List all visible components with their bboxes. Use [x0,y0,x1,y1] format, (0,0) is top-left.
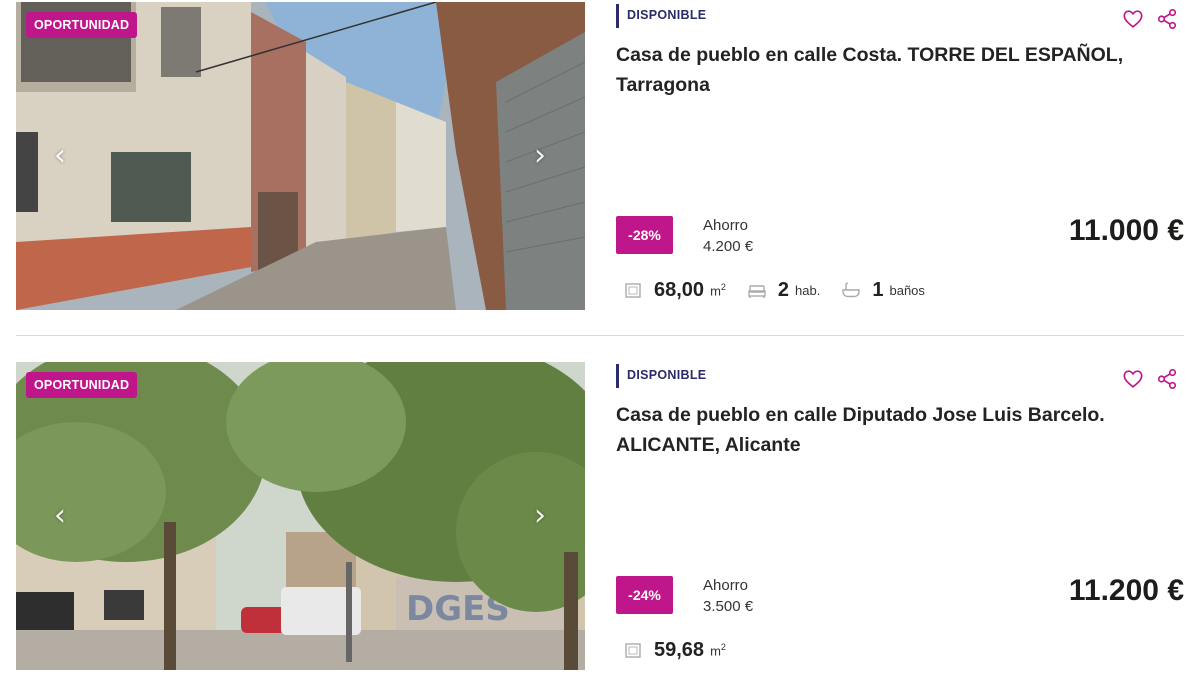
listing-actions [1122,8,1178,30]
listing-divider [16,335,1184,336]
baths-unit: baños [889,282,925,298]
listing-price: 11.200 € [1068,574,1184,607]
feature-area: 59,68 m2 [624,639,726,662]
discount-badge: -28% [616,216,673,254]
saving-value: 4.200 € [703,238,754,255]
saving-value: 3.500 € [703,598,754,615]
area-value: 59,68 [654,638,705,661]
bathtub-icon [842,281,861,299]
saving-label: Ahorro [703,577,749,594]
listing-info: DISPONIBLE Casa de pueblo en calle Diput… [616,362,1184,670]
chevron-left-icon[interactable]: ‹ [46,500,74,532]
listing-photo[interactable]: OPORTUNIDAD ‹ › [16,2,585,310]
listing-card[interactable]: OPORTUNIDAD ‹ › DISPONIBLE Casa de puebl… [16,2,1184,312]
discount-badge: -24% [616,576,673,614]
rooms-value: 2 [777,278,790,301]
heart-icon[interactable] [1122,368,1144,390]
share-icon[interactable] [1156,8,1178,30]
listing-features: 68,00 m2 2 hab. 1 baños [624,278,947,302]
listing-photo[interactable]: DGES OPORTUNIDAD ‹ › [16,362,585,670]
opportunity-badge: OPORTUNIDAD [26,372,138,398]
street-photo-illustration: DGES [16,362,585,670]
opportunity-badge: OPORTUNIDAD [26,12,138,38]
chevron-right-icon[interactable]: › [526,500,554,532]
feature-area: 68,00 m2 [624,279,726,302]
listing-features: 59,68 m2 [624,638,748,662]
baths-value: 1 [872,278,884,301]
listing-price: 11.000 € [1068,214,1184,247]
listing-title[interactable]: Casa de pueblo en calle Costa. TORRE DEL… [616,40,1176,100]
share-icon[interactable] [1156,368,1178,390]
listing-card[interactable]: DGES OPORTUNIDAD ‹ › DISPONIBLE Casa de … [16,362,1184,672]
chevron-right-icon[interactable]: › [526,140,554,172]
area-icon [624,641,642,659]
street-photo-illustration [16,2,585,310]
listing-info: DISPONIBLE Casa de pueblo en calle Costa… [616,2,1184,310]
saving-label: Ahorro [703,217,749,234]
area-value: 68,00 [654,278,705,301]
feature-rooms: 2 hab. [748,279,820,302]
status-badge: DISPONIBLE [616,4,706,28]
chevron-left-icon[interactable]: ‹ [46,140,74,172]
heart-icon[interactable] [1122,8,1144,30]
area-unit: m2 [710,641,726,659]
listing-title[interactable]: Casa de pueblo en calle Diputado Jose Lu… [616,400,1176,460]
listing-actions [1122,368,1178,390]
status-badge: DISPONIBLE [616,364,706,388]
rooms-unit: hab. [795,282,821,298]
feature-baths: 1 baños [842,279,925,302]
area-unit: m2 [710,281,726,299]
bed-icon [748,281,766,299]
area-icon [624,281,642,299]
